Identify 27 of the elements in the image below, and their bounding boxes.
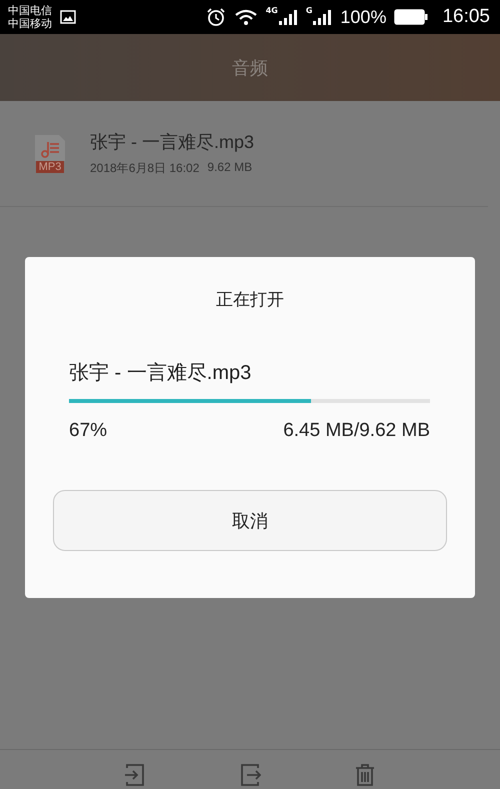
page-title: 音频 [232, 56, 268, 80]
image-icon [60, 10, 76, 24]
move-out-icon[interactable] [239, 764, 261, 786]
file-size: 9.62 MB [207, 160, 252, 176]
music-file-icon [33, 134, 67, 160]
network-label: 4G [266, 7, 278, 15]
signal-icon [312, 9, 332, 25]
network-label: G [306, 7, 312, 15]
progress-percent: 67% [69, 420, 108, 442]
cancel-button[interactable]: 取消 [53, 490, 447, 551]
file-type-label: MP3 [36, 160, 64, 172]
wifi-icon [234, 8, 258, 26]
file-name: 张宇 - 一言难尽.mp3 [90, 131, 254, 154]
progress-amount: 6.45 MB/9.62 MB [283, 420, 430, 442]
battery-icon [394, 9, 428, 25]
file-name: 张宇 - 一言难尽.mp3 [69, 361, 252, 386]
carrier-name: 中国移动 [8, 17, 52, 30]
file-date: 2018年6月8日 16:02 [90, 160, 200, 177]
battery-percent: 100% [340, 6, 386, 28]
alarm-icon [206, 7, 226, 27]
carrier-name: 中国电信 [8, 4, 52, 17]
move-in-icon[interactable] [124, 764, 146, 786]
clock-time: 16:05 [442, 6, 490, 28]
trash-icon[interactable] [354, 764, 376, 786]
signal-icon [278, 9, 298, 25]
dialog-title: 正在打开 [216, 289, 284, 311]
file-row[interactable]: MP3 张宇 - 一言难尽.mp3 2018年6月8日 16:02 9.62 MB [0, 101, 488, 207]
